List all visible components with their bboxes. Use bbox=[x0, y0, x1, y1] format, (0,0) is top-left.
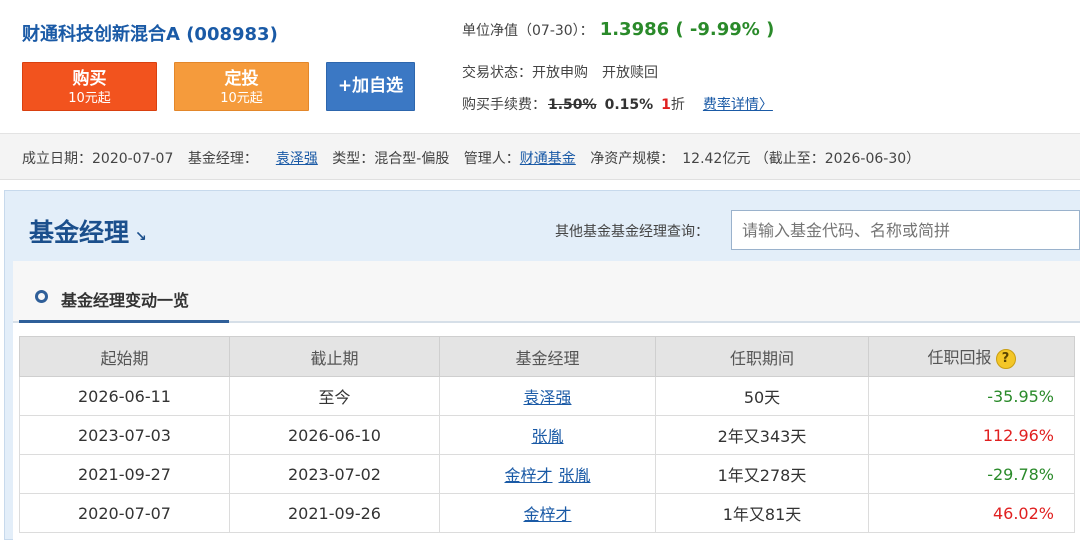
fund-header: 财通科技创新混合A (008983) 购买 10元起 定投 10元起 +加自选 … bbox=[0, 0, 1080, 134]
col-return-label: 任职回报 bbox=[927, 348, 992, 368]
row-end: 至今 bbox=[229, 376, 440, 416]
row-period: 1年又81天 bbox=[655, 493, 869, 533]
fee-discount-num: 1 bbox=[661, 97, 671, 113]
fee-discount-unit: 折 bbox=[670, 97, 685, 113]
add-watchlist-button[interactable]: +加自选 bbox=[326, 62, 415, 111]
fixed-invest-sub: 10元起 bbox=[220, 91, 263, 106]
buy-button[interactable]: 购买 10元起 bbox=[22, 62, 157, 111]
col-return: 任职回报? bbox=[868, 336, 1075, 377]
nav-line: 单位净值（07-30）： 1.3986 ( -9.99% ) bbox=[462, 19, 774, 40]
manager-link[interactable]: 张胤 bbox=[559, 466, 591, 485]
table-row: 2026-06-11 至今 袁泽强 50天 -35.95% bbox=[19, 376, 1075, 416]
scale-label: 净资产规模： bbox=[590, 151, 675, 167]
fund-scale: 12.42亿元 （截止至：2026-06-30） bbox=[682, 151, 921, 167]
manager-table: 起始期 截止期 基金经理 任职期间 任职回报? 2026-06-11 至今 袁泽… bbox=[19, 336, 1075, 533]
buy-button-sub: 10元起 bbox=[68, 91, 111, 106]
fund-info-bar: 成立日期：2020-07-07 基金经理： 袁泽强 类型：混合型-偏股 管理人：财… bbox=[0, 134, 1080, 180]
row-start: 2023-07-03 bbox=[19, 415, 230, 455]
manager-link[interactable]: 金梓才 bbox=[523, 505, 571, 524]
row-end: 2026-06-10 bbox=[229, 415, 440, 455]
row-return: -29.78% bbox=[868, 454, 1075, 494]
row-start: 2026-06-11 bbox=[19, 376, 230, 416]
fee-label: 购买手续费： bbox=[462, 97, 546, 113]
found-label: 成立日期： bbox=[22, 151, 92, 167]
row-manager: 张胤 bbox=[439, 415, 656, 455]
nav-value: 1.3986 ( -9.99% ) bbox=[599, 19, 775, 40]
fixed-invest-button[interactable]: 定投 10元起 bbox=[174, 62, 309, 111]
buy-button-label: 购买 bbox=[72, 69, 107, 89]
row-return: 46.02% bbox=[868, 493, 1075, 533]
row-start: 2020-07-07 bbox=[19, 493, 230, 533]
row-manager: 金梓才 bbox=[439, 493, 656, 533]
manager-change-section: 基金经理变动一览 起始期 截止期 基金经理 任职期间 任职回报? 2026-06… bbox=[13, 261, 1080, 540]
row-period: 1年又278天 bbox=[655, 454, 869, 494]
section-underline bbox=[19, 320, 229, 323]
nav-label: 单位净值（07-30）： bbox=[462, 23, 594, 39]
row-return: -35.95% bbox=[868, 376, 1075, 416]
row-period: 2年又343天 bbox=[655, 415, 869, 455]
table-row: 2020-07-07 2021-09-26 金梓才 1年又81天 46.02% bbox=[19, 493, 1075, 533]
info-manager-link[interactable]: 袁泽强 bbox=[276, 151, 318, 167]
info-admin-link[interactable]: 财通基金 bbox=[520, 151, 576, 167]
found-date: 2020-07-07 bbox=[92, 151, 174, 167]
fee-detail-link[interactable]: 费率详情〉 bbox=[703, 97, 773, 113]
table-header-row: 起始期 截止期 基金经理 任职期间 任职回报? bbox=[19, 336, 1075, 377]
row-end: 2023-07-02 bbox=[229, 454, 440, 494]
col-end: 截止期 bbox=[229, 336, 440, 377]
row-return: 112.96% bbox=[868, 415, 1075, 455]
fund-type: 混合型-偏股 bbox=[374, 151, 450, 167]
row-start: 2021-09-27 bbox=[19, 454, 230, 494]
fixed-invest-label: 定投 bbox=[224, 69, 259, 89]
row-manager: 金梓才 张胤 bbox=[439, 454, 656, 494]
row-manager: 袁泽强 bbox=[439, 376, 656, 416]
table-row: 2021-09-27 2023-07-02 金梓才 张胤 1年又278天 -29.… bbox=[19, 454, 1075, 494]
trade-status: 交易状态：开放申购 开放赎回 bbox=[462, 62, 672, 82]
col-start: 起始期 bbox=[19, 336, 230, 377]
fund-title[interactable]: 财通科技创新混合A (008983) bbox=[22, 20, 278, 46]
admin-label: 管理人： bbox=[463, 151, 520, 167]
col-manager: 基金经理 bbox=[439, 336, 656, 377]
manager-panel: 基金经理 ↘ 其他基金基金经理查询： 基金经理变动一览 起始期 截止期 基金经理 … bbox=[4, 190, 1080, 540]
manager-link[interactable]: 金梓才 bbox=[504, 466, 552, 485]
row-end: 2021-09-26 bbox=[229, 493, 440, 533]
manager-search-input[interactable] bbox=[731, 210, 1080, 250]
trade-label: 交易状态： bbox=[462, 65, 532, 81]
arrow-icon: ↘ bbox=[135, 229, 147, 245]
trade-buy-status: 开放申购 bbox=[532, 65, 588, 81]
help-icon[interactable]: ? bbox=[995, 348, 1016, 369]
query-label: 其他基金基金经理查询： bbox=[555, 224, 709, 240]
manager-link[interactable]: 张胤 bbox=[531, 427, 563, 446]
fee-discount: 1折 bbox=[661, 97, 685, 113]
col-period: 任职期间 bbox=[655, 336, 869, 377]
panel-title: 基金经理 ↘ bbox=[29, 213, 147, 249]
type-label: 类型： bbox=[332, 151, 375, 167]
fee-line: 购买手续费： 1.50% 0.15% 1折 费率详情〉 bbox=[462, 94, 773, 114]
manager-link[interactable]: 袁泽强 bbox=[523, 388, 571, 407]
circle-icon bbox=[35, 290, 48, 303]
manager-label: 基金经理： bbox=[187, 151, 258, 167]
table-row: 2023-07-03 2026-06-10 张胤 2年又343天 112.96% bbox=[19, 415, 1075, 455]
panel-title-text: 基金经理 bbox=[29, 218, 130, 247]
fee-real: 0.15% bbox=[604, 97, 654, 113]
section-header: 基金经理变动一览 bbox=[13, 261, 1080, 323]
section-title: 基金经理变动一览 bbox=[61, 291, 190, 310]
row-period: 50天 bbox=[655, 376, 869, 416]
fee-original: 1.50% bbox=[548, 97, 597, 113]
trade-redeem-status: 开放赎回 bbox=[602, 65, 658, 81]
